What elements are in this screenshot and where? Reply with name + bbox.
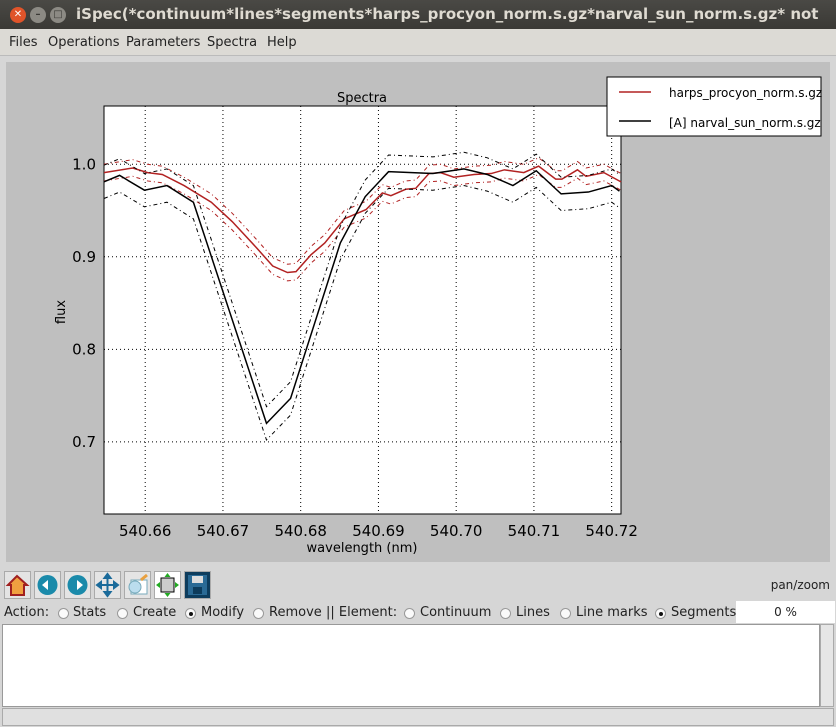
subplots-button[interactable] — [154, 571, 181, 599]
status-bar — [2, 708, 834, 726]
y-tick-label: 1.0 — [72, 155, 96, 173]
radio-create[interactable] — [117, 608, 128, 619]
menu-bar: Files Operations Parameters Spectra Help — [0, 29, 836, 56]
chart-title: Spectra — [337, 91, 387, 106]
radio-lines[interactable] — [500, 608, 511, 619]
radio-remove[interactable] — [253, 608, 264, 619]
plot-area — [103, 105, 622, 515]
radio-segments[interactable] — [655, 608, 666, 619]
x-tick-label: 540.70 — [430, 522, 483, 540]
y-tick-label: 0.9 — [72, 248, 96, 266]
minimize-icon[interactable]: – — [30, 7, 46, 23]
subplots-icon — [156, 573, 179, 597]
radio-label: Lines — [516, 605, 550, 620]
menu-parameters[interactable]: Parameters — [126, 35, 200, 50]
action-bar: Action: Stats Create Modify Remove || El… — [0, 603, 836, 623]
menu-spectra[interactable]: Spectra — [207, 35, 257, 50]
y-axis-label: flux — [54, 300, 69, 324]
menu-operations[interactable]: Operations — [48, 35, 119, 50]
log-scrollbar[interactable] — [820, 624, 834, 707]
y-tick-label: 0.7 — [72, 433, 96, 451]
legend-entry: [A] narval_sun_norm.s.gz — [669, 116, 821, 130]
action-label: Action: — [4, 605, 50, 620]
radio-label: Remove — [269, 605, 322, 620]
x-tick-label: 540.71 — [508, 522, 561, 540]
close-icon[interactable]: ✕ — [10, 7, 26, 23]
legend: harps_procyon_norm.s.gz [A] narval_sun_n… — [606, 76, 822, 137]
radio-label: Modify — [201, 605, 245, 620]
x-tick-label: 540.67 — [197, 522, 250, 540]
radio-label: Continuum — [420, 605, 492, 620]
save-icon — [188, 575, 207, 595]
radio-label: Create — [133, 605, 177, 620]
radio-label: Line marks — [576, 605, 648, 620]
radio-stats[interactable] — [58, 608, 69, 619]
x-tick-label: 540.69 — [352, 522, 405, 540]
save-button[interactable] — [184, 571, 211, 599]
home-button[interactable] — [4, 571, 31, 599]
toolbar-mode: pan/zoom — [770, 578, 830, 592]
pan-icon — [95, 572, 120, 598]
zoom-button[interactable] — [124, 571, 151, 599]
element-label: || Element: — [326, 605, 398, 620]
spectra-chart[interactable]: 540.66 540.67 540.68 540.69 540.70 540.71 540.… — [6, 62, 830, 562]
menu-files[interactable]: Files — [9, 35, 38, 50]
x-tick-label: 540.66 — [119, 522, 172, 540]
radio-line-marks[interactable] — [560, 608, 571, 619]
progress-field: 0 % — [736, 601, 835, 623]
x-tick-label: 540.72 — [585, 522, 638, 540]
y-tick-label: 0.8 — [72, 340, 96, 358]
maximize-icon[interactable]: □ — [50, 7, 66, 23]
forward-icon — [67, 575, 88, 595]
back-button[interactable] — [34, 571, 61, 599]
home-icon — [5, 574, 30, 596]
radio-continuum[interactable] — [404, 608, 415, 619]
plot-canvas[interactable]: 540.66 540.67 540.68 540.69 540.70 540.71 540.… — [6, 62, 830, 562]
back-icon — [37, 575, 58, 595]
menu-help[interactable]: Help — [267, 35, 297, 50]
zoom-icon — [128, 573, 148, 595]
radio-modify[interactable] — [185, 608, 196, 619]
x-tick-label: 540.68 — [274, 522, 327, 540]
title-bar: ✕ – □ iSpec(*continuum*lines*segments*ha… — [0, 0, 836, 52]
x-axis-label: wavelength (nm) — [307, 541, 418, 556]
radio-label: Segments — [671, 605, 737, 620]
log-textarea[interactable] — [2, 624, 820, 707]
forward-button[interactable] — [64, 571, 91, 599]
legend-entry: harps_procyon_norm.s.gz — [669, 86, 822, 100]
radio-label: Stats — [73, 605, 107, 620]
pan-button[interactable] — [94, 571, 121, 599]
